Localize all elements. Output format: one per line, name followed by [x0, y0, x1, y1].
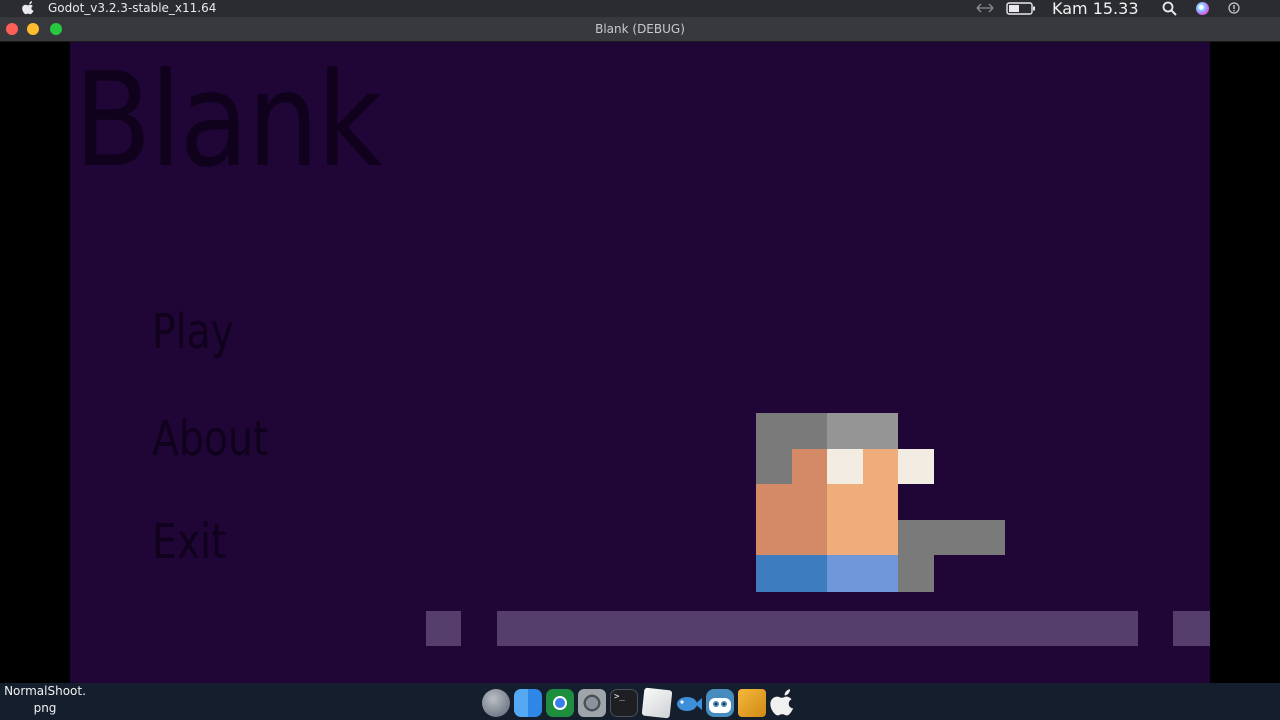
pixel-eye: [898, 449, 934, 484]
pixel-skin: [756, 484, 827, 555]
player-character: [756, 413, 1006, 592]
finder-icon[interactable]: [514, 689, 542, 717]
sublime-text-icon[interactable]: [738, 689, 766, 717]
pixel-pants: [827, 555, 898, 592]
pixel-skin: [792, 449, 827, 484]
launchpad-icon[interactable]: [482, 689, 510, 717]
battery-icon[interactable]: [1006, 2, 1036, 15]
game-title: Blank: [74, 44, 383, 196]
letterbox-right: [1210, 42, 1280, 683]
pixel-hair: [756, 413, 827, 449]
notification-icon[interactable]: [1228, 2, 1240, 14]
platform-main: [497, 611, 1138, 646]
window-titlebar[interactable]: Blank (DEBUG): [0, 17, 1280, 42]
exit-button[interactable]: Exit: [152, 514, 227, 570]
pixel-eye: [827, 449, 863, 484]
play-button[interactable]: Play: [152, 304, 234, 360]
pixel-pants: [756, 555, 827, 592]
pixel-skin: [863, 449, 898, 484]
chrome-icon[interactable]: [546, 689, 574, 717]
menubar-clock[interactable]: Kam 15.33: [1052, 0, 1139, 18]
file-label-line: NormalShoot.: [4, 684, 86, 698]
file-label-line: png: [33, 701, 57, 715]
search-icon[interactable]: [1162, 1, 1177, 16]
dock: NormalShoot. png >_: [0, 683, 1280, 720]
pixel-hair: [827, 413, 898, 449]
platform-right: [1173, 611, 1210, 646]
arrows-icon[interactable]: [976, 2, 994, 14]
apple-icon[interactable]: [22, 1, 36, 15]
active-app-name[interactable]: Godot_v3.2.3-stable_x11.64: [48, 1, 216, 16]
pixel-gun: [898, 520, 1005, 555]
terminal-icon[interactable]: >_: [610, 689, 638, 717]
pixel-hair: [756, 449, 792, 484]
pixel-gun: [898, 555, 934, 592]
text-editor-icon[interactable]: [641, 687, 673, 719]
pixel-skin: [827, 484, 898, 555]
siri-icon[interactable]: [1196, 2, 1209, 15]
game-viewport[interactable]: Blank Play About Exit: [70, 42, 1210, 683]
menu-bar: Godot_v3.2.3-stable_x11.64 Kam 15.33: [0, 0, 1280, 18]
letterbox-left: [0, 42, 70, 683]
fish-icon[interactable]: [674, 689, 702, 717]
system-preferences-icon[interactable]: [578, 689, 606, 717]
apple-icon[interactable]: [770, 689, 798, 717]
window-title: Blank (DEBUG): [595, 22, 685, 36]
about-button[interactable]: About: [152, 411, 268, 467]
platform-small: [426, 611, 461, 646]
godot-icon[interactable]: [706, 689, 734, 717]
desktop-file-label[interactable]: NormalShoot. png: [0, 683, 90, 717]
